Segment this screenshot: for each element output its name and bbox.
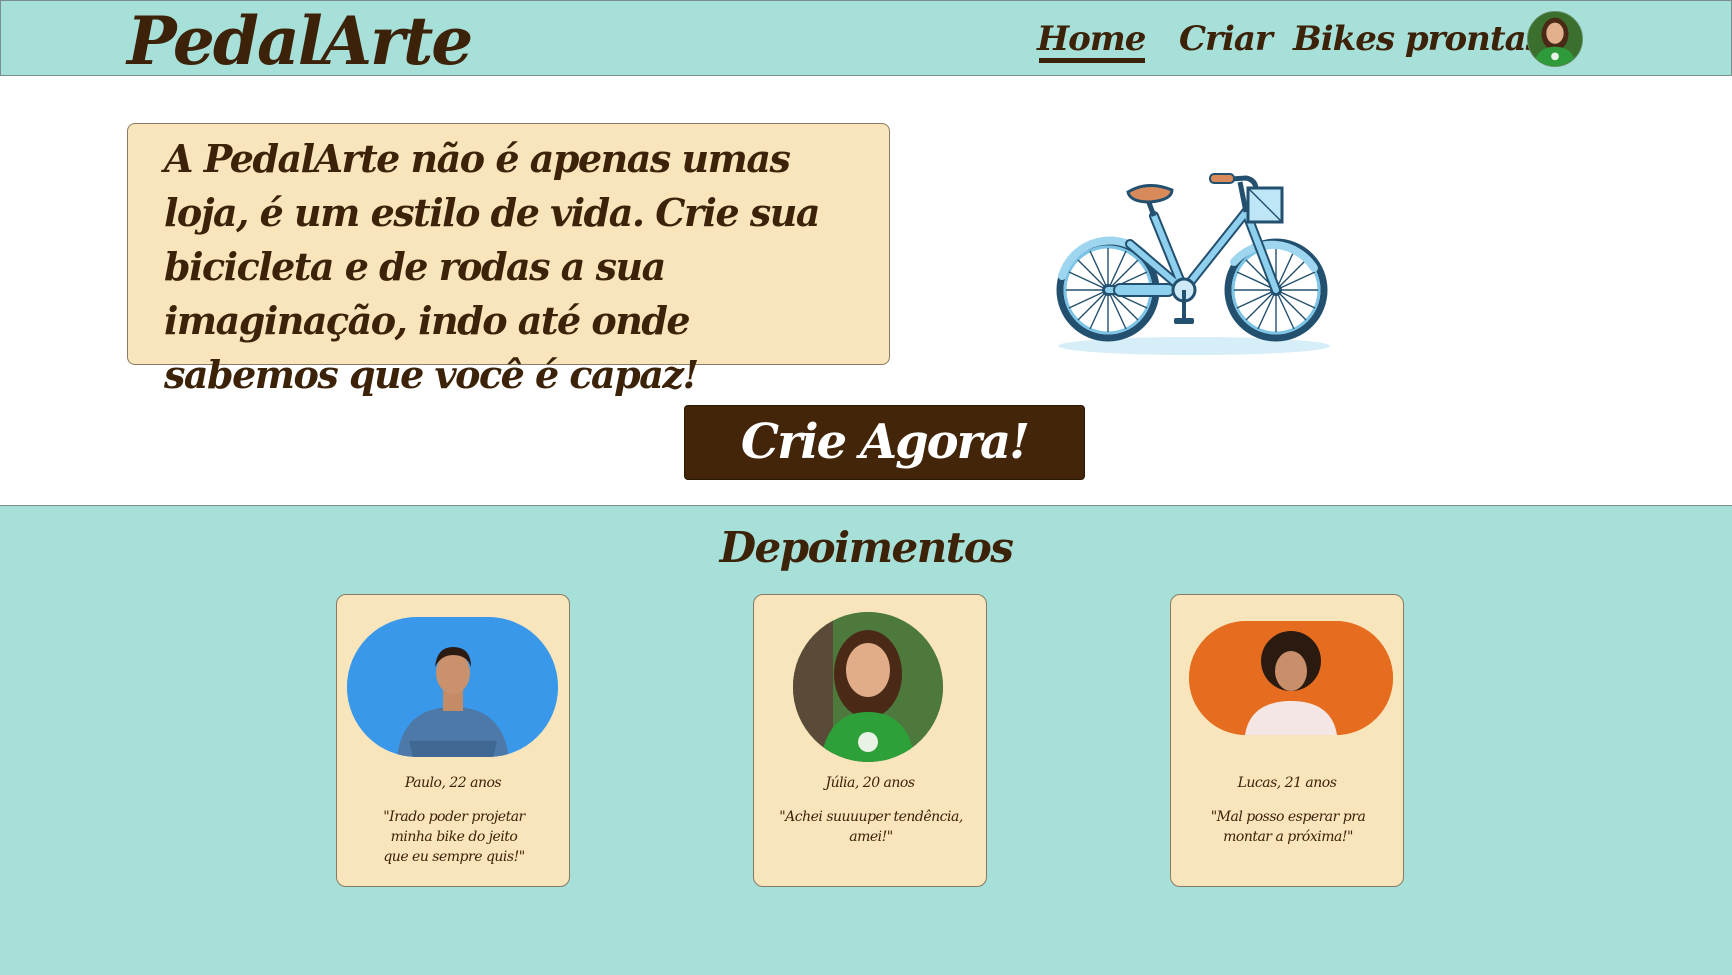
testimonial-name: Lucas, 21 anos: [1237, 775, 1337, 791]
testimonial-photo: [347, 617, 558, 757]
user-avatar-icon: [1528, 12, 1582, 66]
testimonial-name: Paulo, 22 anos: [404, 775, 502, 791]
user-avatar[interactable]: [1527, 11, 1583, 67]
nav-criar[interactable]: Criar: [1179, 15, 1273, 63]
testimonial-photo: [1189, 621, 1393, 735]
testimonial-quote: "Irado poder projetar minha bike do jeit…: [383, 809, 525, 865]
testimonials-title: Depoimentos: [719, 523, 1014, 572]
testimonials-section: Depoimentos Paulo, 22 anos "Irado poder …: [0, 505, 1732, 975]
testimonial-quote: "Mal posso esperar pra montar a próxima!…: [1210, 809, 1366, 845]
testimonial-card: Lucas, 21 anos "Mal posso esperar pra mo…: [1170, 594, 1404, 887]
testimonial-card: Júlia, 20 anos "Achei suuuuper tendência…: [753, 594, 987, 887]
hero-message-box: A PedalArte não é apenas umas loja, é um…: [127, 123, 890, 397]
testimonial-photo: [793, 612, 943, 762]
testimonial-card: Paulo, 22 anos "Irado poder projetar min…: [336, 594, 570, 887]
site-header: PedalArte Home Criar Bikes prontas: [0, 0, 1732, 79]
testimonial-name: Júlia, 20 anos: [825, 775, 915, 791]
nav-bikes-prontas[interactable]: Bikes prontas: [1293, 15, 1545, 63]
hero-text: A PedalArte não é apenas umas loja, é um…: [164, 136, 821, 397]
site-logo[interactable]: PedalArte: [127, 3, 473, 79]
create-now-button[interactable]: Crie Agora!: [684, 405, 1085, 480]
bicycle-icon: [1050, 172, 1340, 360]
nav-home[interactable]: Home: [1037, 15, 1146, 63]
testimonial-quote: "Achei suuuuper tendência, amei!": [779, 809, 963, 845]
